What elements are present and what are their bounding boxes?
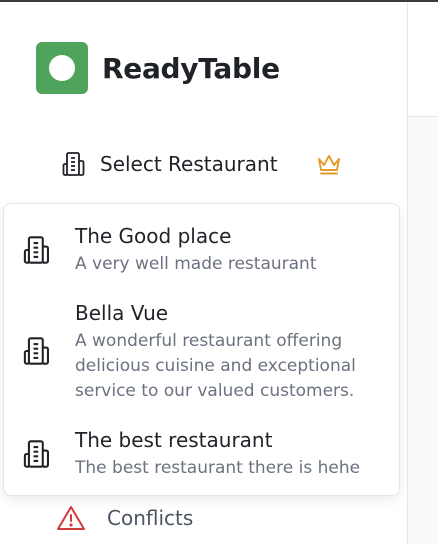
restaurant-option-name: The best restaurant: [75, 428, 273, 452]
sidebar: ReadyTable Select Restaurant The Good pl…: [0, 2, 408, 544]
building-icon: [23, 337, 49, 365]
main-header: [408, 2, 438, 117]
restaurant-option-name: The Good place: [75, 224, 232, 248]
restaurant-option-description: A wonderful restaurant offering deliciou…: [75, 331, 356, 401]
building-icon: [62, 152, 85, 176]
restaurant-option[interactable]: Bella Vue A wonderful restaurant offerin…: [4, 288, 399, 412]
restaurant-option-name: Bella Vue: [75, 301, 169, 325]
crown-icon: [318, 155, 340, 175]
restaurant-dropdown-menu: The Good place A very well made restaura…: [3, 203, 400, 496]
brand[interactable]: ReadyTable: [36, 42, 280, 94]
sidebar-item-conflicts[interactable]: Conflicts: [56, 504, 193, 532]
select-restaurant-button[interactable]: Select Restaurant: [62, 148, 278, 180]
brand-name: ReadyTable: [102, 51, 280, 85]
readytable-logo-icon: [36, 42, 88, 94]
warning-triangle-icon: [57, 506, 85, 530]
building-icon: [23, 236, 49, 264]
sidebar-item-label: Conflicts: [107, 506, 194, 530]
building-icon: [23, 440, 49, 468]
main-content: [408, 117, 438, 544]
restaurant-option[interactable]: The Good place A very well made restaura…: [4, 204, 399, 288]
select-restaurant-label: Select Restaurant: [100, 152, 278, 176]
restaurant-option-description: The best restaurant there is hehe: [75, 458, 361, 478]
restaurant-option-description: A very well made restaurant: [75, 254, 317, 274]
restaurant-option[interactable]: The best restaurant The best restaurant …: [4, 412, 399, 496]
